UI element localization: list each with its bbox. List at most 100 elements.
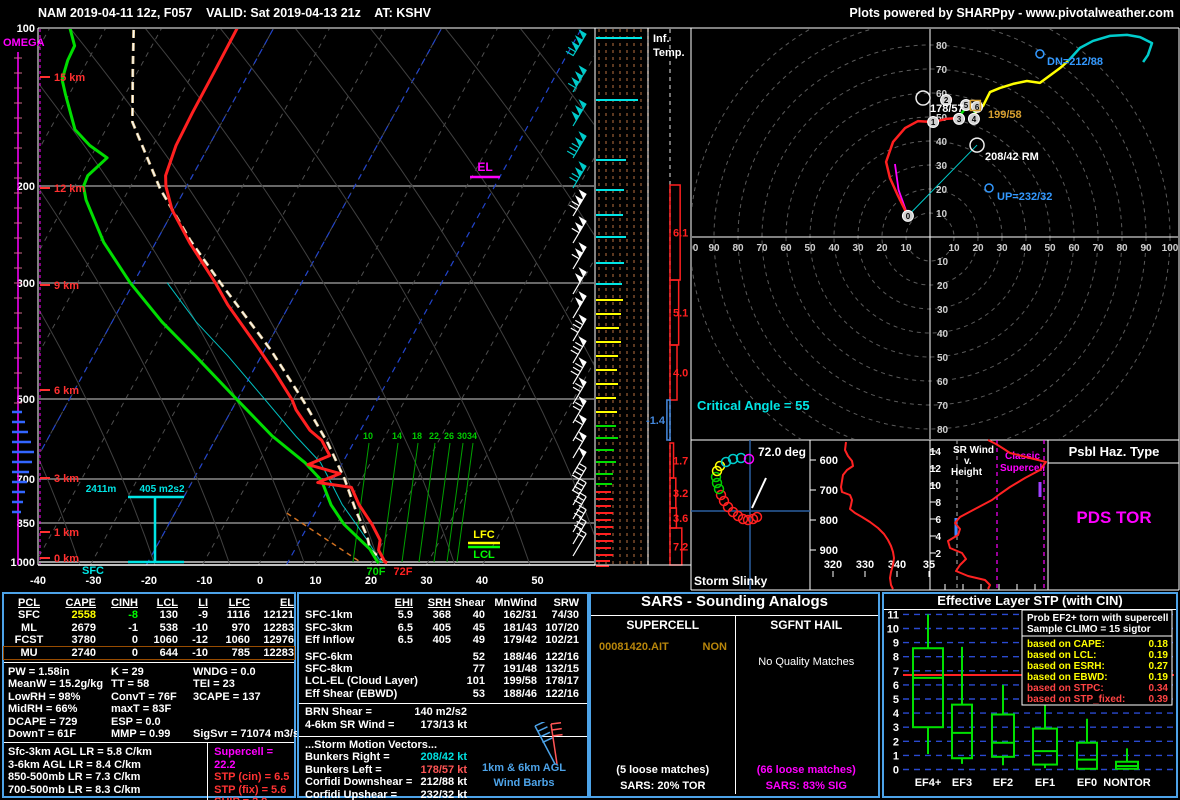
stat-value: DownT = 61F: [8, 728, 111, 740]
svg-text:5: 5: [893, 694, 899, 706]
column-header: MnWind: [485, 597, 537, 609]
shear-cell: [385, 675, 413, 687]
svg-text:Prob EF2+ torn with supercell: Prob EF2+ torn with supercell: [1027, 613, 1169, 624]
svg-text:100: 100: [17, 23, 35, 35]
column-header: SRW: [537, 597, 579, 609]
sars-match-id[interactable]: 00081420.AIT: [599, 641, 669, 653]
stat-value: ConvT = 76F: [111, 691, 193, 703]
svg-text:Critical Angle = 55: Critical Angle = 55: [697, 398, 810, 413]
shear-cell: SFC-8km: [305, 663, 385, 675]
shear-cell: 122/16: [537, 688, 579, 700]
parcel-cell: 970: [208, 622, 250, 634]
shear-row[interactable]: SFC-3km6.540545181/43107/20: [299, 622, 587, 634]
stat-value: SigSvr = 71074 m3/s3: [193, 728, 293, 740]
svg-text:30: 30: [457, 431, 467, 441]
shear-row[interactable]: LCL-EL (Cloud Layer)101199/58178/17: [299, 675, 587, 687]
parcel-cell: 785: [208, 647, 250, 659]
svg-text:4: 4: [935, 532, 941, 543]
storm-slinky-inset: 72.0 degStorm Slinky: [691, 440, 810, 590]
svg-text:-20: -20: [141, 575, 157, 587]
stp-title: Effective Layer STP (with CIN): [884, 594, 1176, 610]
column-header: SRH: [413, 597, 451, 609]
wind-barb-inset: [499, 722, 569, 766]
stp-box-EF0: [1077, 719, 1097, 770]
shear-cell: [413, 663, 451, 675]
svg-text:SR Wind: SR Wind: [953, 445, 994, 456]
svg-text:10: 10: [900, 243, 912, 254]
parcel-cell: 1060: [208, 634, 250, 646]
svg-text:26: 26: [444, 431, 454, 441]
storm-motion-row: Bunkers Right =208/42 kt: [305, 751, 467, 763]
svg-text:70: 70: [936, 65, 948, 76]
shear-cell: 101: [451, 675, 485, 687]
parcel-cell: 12121: [250, 609, 294, 621]
shear-cell: 6.5: [385, 634, 413, 646]
parcel-cell: 0: [96, 634, 138, 646]
svg-text:90: 90: [1140, 243, 1152, 254]
parcel-cell: ML: [8, 622, 50, 634]
svg-text:0: 0: [906, 212, 911, 221]
svg-text:1: 1: [931, 118, 936, 127]
svg-text:1 km: 1 km: [54, 527, 79, 539]
svg-text:2: 2: [935, 549, 941, 560]
svg-text:70: 70: [1092, 243, 1104, 254]
sars-match-row[interactable]: 00081420.AIT NON: [599, 641, 727, 653]
svg-text:80: 80: [936, 41, 948, 52]
svg-text:20: 20: [876, 243, 888, 254]
sars-hail-header: SGFNT HAIL: [735, 619, 879, 631]
shear-row[interactable]: SFC-6km52188/46122/16: [299, 651, 587, 663]
shear-cell: 405: [413, 622, 451, 634]
thermodynamics-panel: PCLCAPECINHLCLLILFCELSFC2558-8130-911161…: [2, 592, 296, 798]
temp-advection-panel: Inf.Temp.6.15.14.0-1.41.73.23.67.2: [646, 28, 691, 590]
svg-text:4.0: 4.0: [673, 368, 688, 380]
shear-cell: SFC-3km: [305, 622, 385, 634]
shear-cell: 178/17: [537, 675, 579, 687]
stat-value: 3CAPE = 137: [193, 691, 293, 703]
svg-text:5: 5: [964, 101, 969, 110]
index-value: STP (cin) = 6.5: [214, 771, 294, 783]
svg-text:1.7: 1.7: [673, 456, 688, 468]
stp-box-EF2: [992, 685, 1014, 765]
svg-text:500: 500: [17, 394, 35, 406]
sars-hail-prob: SARS: 83% SIG: [735, 780, 879, 792]
svg-text:12: 12: [930, 464, 942, 475]
svg-text:Sample CLIMO = 15 sigtor: Sample CLIMO = 15 sigtor: [1027, 624, 1151, 635]
svg-text:330: 330: [856, 559, 874, 571]
index-value: SHIP = 2.9: [214, 796, 294, 800]
shear-row[interactable]: SFC-8km77191/48132/15: [299, 663, 587, 675]
shear-row[interactable]: Eff Shear (EBWD)53188/46122/16: [299, 688, 587, 700]
shear-row[interactable]: SFC-1km5.936840162/3174/30: [299, 609, 587, 621]
svg-text:based on STP_fixed:: based on STP_fixed:: [1027, 694, 1125, 705]
svg-text:405 m2s2: 405 m2s2: [139, 484, 184, 495]
svg-text:-1.4: -1.4: [646, 415, 666, 427]
svg-text:30: 30: [936, 161, 948, 172]
svg-text:30: 30: [996, 243, 1008, 254]
svg-text:Height: Height: [951, 467, 983, 478]
shear-cell: 107/20: [537, 622, 579, 634]
parcel-row[interactable]: ML2679-1538-1097012283: [4, 622, 294, 634]
lapse-rate: 700-500mb LR = 8.3 C/km: [8, 784, 207, 796]
svg-text:Inf.: Inf.: [653, 33, 670, 45]
shear-cell: 179/42: [485, 634, 537, 646]
shear-cell: 191/48: [485, 663, 537, 675]
svg-text:based on ESRH:: based on ESRH:: [1027, 661, 1105, 672]
svg-text:12 km: 12 km: [54, 183, 85, 195]
shear-cell: [385, 663, 413, 675]
parcel-cell: 1116: [208, 609, 250, 621]
svg-text:14: 14: [392, 431, 402, 441]
column-header-label: CAPE: [65, 597, 96, 609]
hazard-inset: Psbl Haz. TypePDS TOR: [1048, 444, 1179, 527]
sars-no-match: No Quality Matches: [735, 656, 879, 668]
svg-text:UP=232/32: UP=232/32: [997, 191, 1052, 203]
svg-text:3.2: 3.2: [673, 488, 688, 500]
parcel-row[interactable]: MU27400644-1078512283: [4, 647, 294, 659]
svg-text:10: 10: [363, 431, 373, 441]
shear-row[interactable]: Eff Inflow6.540549179/42102/21: [299, 634, 587, 646]
parcel-row[interactable]: SFC2558-8130-9111612121: [4, 609, 294, 621]
svg-text:0.18: 0.18: [1149, 639, 1169, 650]
vector-label: Corfidi Downshear =: [305, 776, 412, 788]
stp-box-NONTOR: [1116, 749, 1138, 770]
column-header-label: LFC: [229, 597, 250, 609]
stat-label: 4-6km SR Wind =: [305, 719, 394, 731]
parcel-row[interactable]: FCST378001060-12106012976: [4, 634, 294, 646]
